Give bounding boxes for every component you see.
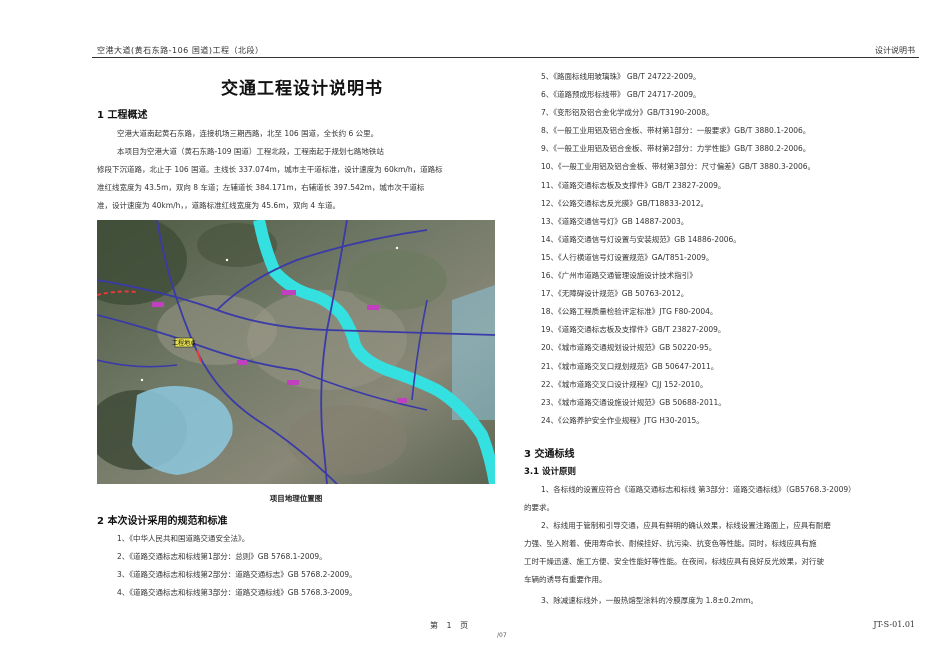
section-1-para-3: 修段下沉道路，北止于 106 国道。主线长 337.074m，城市主干道标准，设… [97, 165, 443, 174]
list-item: 7、《变形铝及铝合金化学成分》GB/T3190-2008。 [541, 108, 714, 118]
list-item: 2、《道路交通标志和标线第1部分：总则》GB 5768.1-2009。 [117, 552, 327, 562]
list-item: 24、《公路养护安全作业规程》JTG H30-2015。 [541, 415, 704, 425]
list-item: 16、《广州市道路交通管理设施设计技术指引》 [541, 271, 697, 281]
standards-list-right: 5、《路面标线用玻璃珠》 GB/T 24722-2009。 6、《道路预成形标线… [541, 68, 815, 430]
section-1-para-1: 空港大道南起黄石东路，连接机场三期西路，北至 106 国道，全长约 6 公里。 [117, 129, 379, 138]
document-title: 交通工程设计说明书 [221, 79, 383, 99]
list-item: 4、《道路交通标志和标线第3部分：道路交通标线》GB 5768.3-2009。 [117, 588, 357, 598]
list-item: 6、《道路预成形标线带》 GB/T 24717-2009。 [541, 90, 701, 100]
list-item: 5、《路面标线用玻璃珠》 GB/T 24722-2009。 [541, 72, 701, 81]
list-item: 14、《道路交通信号灯设置与安装规范》GB 14886-2006。 [541, 234, 741, 244]
section-1-para-4: 准红线宽度为 43.5m，双向 8 车道；左辅道长 384.171m，右辅道长 … [97, 183, 425, 192]
list-item: 1、《中华人民共和国道路交通安全法》。 [117, 534, 250, 543]
list-item: 8、《一般工业用铝及铝合金板、带材第1部分：一般要求》GB/T 3880.1-2… [541, 126, 811, 136]
list-item: 10、《一般工业用铝及铝合金板、带材第3部分：尺寸偏差》GB/T 3880.3-… [541, 162, 816, 172]
list-item: 9、《一般工业用铝及铝合金板、带材第2部分：力学性能》GB/T 3880.2-2… [541, 144, 811, 154]
page-annotation: /07 [497, 632, 507, 639]
list-item: 21、《城市道路交叉口规划规范》GB 50647-2011。 [541, 361, 719, 371]
document-page: 空港大道(黄石东路-106 国道)工程（北段） 设计说明书 交通工程设计说明书 … [0, 0, 945, 669]
section-1-para-5: 准，设计速度为 40km/h，，道路标准红线宽度为 45.6m，双向 4 车道。 [97, 201, 341, 210]
section-3-heading: 3 交通标线 [524, 449, 575, 460]
section-3-para-5: 工时干燥迅速、施工方便、安全性能好等性能。在夜间，标线应具有良好反光效果，对行驶 [524, 557, 824, 566]
section-3-para-7: 3、除减速标线外，一般热熔型涂料的冷膜厚度为 1.8±0.2mm。 [541, 596, 758, 605]
document-code: JT-S-01.01 [873, 620, 915, 629]
header-rule [92, 57, 919, 58]
list-item: 15、《人行横道信号灯设置规范》GA/T851-2009。 [541, 252, 714, 262]
list-item: 18、《公路工程质量检验评定标准》JTG F80-2004。 [541, 307, 718, 317]
project-location-label: 工程地点 [172, 339, 196, 347]
section-3-para-2: 的要求。 [524, 503, 554, 512]
running-header-title: 空港大道(黄石东路-106 国道)工程（北段） [97, 46, 264, 55]
page-number: 第 1 页 [430, 621, 472, 630]
list-item: 19、《道路交通标志板及支撑件》GB/T 23827-2009。 [541, 325, 726, 335]
running-header-section: 设计说明书 [875, 46, 915, 55]
list-item: 20、《城市道路交通规划设计规范》GB 50220-95。 [541, 343, 717, 353]
section-1-heading: 1 工程概述 [97, 110, 148, 121]
list-item: 17、《无障碍设计规范》GB 50763-2012。 [541, 289, 689, 299]
section-3-para-4: 力强、坠入附着、使用寿命长、耐候挂好、抗污染、抗变色等性能。同时，标线应具有施 [524, 539, 817, 548]
section-2-heading: 2 本次设计采用的规范和标准 [97, 516, 228, 527]
list-item: 13、《道路交通信号灯》GB 14887-2003。 [541, 216, 689, 226]
map-caption: 项目地理位置图 [269, 494, 323, 503]
list-item: 22、《城市道路交叉口设计规程》CJJ 152-2010。 [541, 379, 708, 389]
section-3-1-heading: 3.1 设计原则 [524, 467, 577, 477]
list-item: 12、《公路交通标志反光膜》GB/T18833-2012。 [541, 198, 709, 208]
list-item: 3、《道路交通标志和标线第2部分：道路交通标志》GB 5768.2-2009。 [117, 570, 357, 580]
section-3-para-1: 1、各标线的设置应符合《道路交通标志和标线 第3部分：道路交通标线》（GB576… [541, 485, 856, 494]
satellite-map-image: 工程地点 [97, 220, 495, 484]
section-3-para-6: 车辆的诱导有重要作用。 [524, 575, 607, 584]
section-1-para-2: 本项目为空港大道（黄石东路-109 国道）工程北段，工程南起于规划七路地铁站 [117, 147, 384, 156]
list-item: 23、《城市道路交通设施设计规范》GB 50688-2011。 [541, 397, 726, 407]
project-location-map: 工程地点 [97, 220, 495, 484]
standards-list-left: 1、《中华人民共和国道路交通安全法》。 2、《道路交通标志和标线第1部分：总则》… [117, 530, 357, 602]
list-item: 11、《道路交通标志板及支撑件》GB/T 23827-2009。 [541, 180, 726, 190]
section-3-para-3: 2、标线用于管制和引导交通，应具有鲜明的确认效果，标线设置注路面上，应具有耐磨 [541, 521, 831, 530]
